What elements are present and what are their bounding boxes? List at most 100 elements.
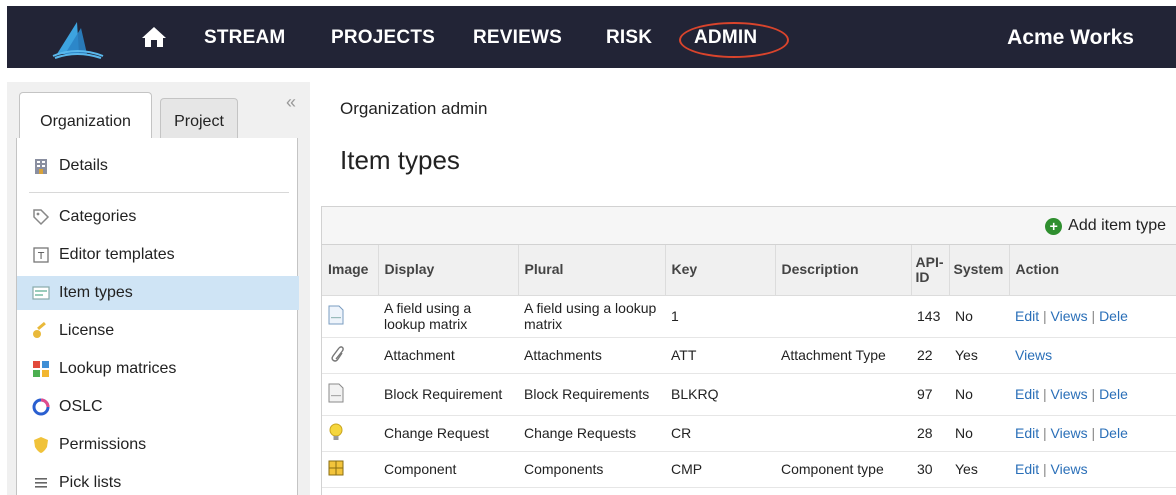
delete-link[interactable]: Dele: [1099, 386, 1128, 402]
description-cell: Component type: [775, 451, 911, 488]
column-header-display[interactable]: Display: [378, 245, 519, 296]
sidebar-item-label: Item types: [59, 284, 133, 301]
table-row[interactable]: Attachment Attachments ATT Attachment Ty…: [322, 337, 1176, 374]
row-image-cell: [322, 415, 378, 452]
sidebar-item-pick-lists[interactable]: Pick lists: [17, 466, 299, 495]
svg-text:T: T: [37, 251, 45, 262]
list-icon: [31, 473, 51, 493]
document-icon: [328, 305, 344, 324]
sidebar-item-editor-templates[interactable]: T Editor templates: [17, 238, 299, 272]
row-image-cell: [322, 295, 378, 338]
delete-link[interactable]: Dele: [1099, 425, 1128, 441]
column-header-description[interactable]: Description: [775, 245, 912, 296]
action-cell: Edit | Views | Dele: [1009, 373, 1176, 416]
paperclip-icon: [331, 345, 344, 362]
sidebar-item-label: Editor templates: [59, 246, 175, 263]
page-title: Item types: [340, 145, 460, 175]
nav-projects[interactable]: PROJECTS: [331, 28, 435, 48]
column-header-plural[interactable]: Plural: [518, 245, 666, 296]
nav-reviews[interactable]: REVIEWS: [473, 28, 562, 48]
column-header-key[interactable]: Key: [665, 245, 776, 296]
views-link[interactable]: Views: [1051, 461, 1088, 477]
sidebar-item-license[interactable]: License: [17, 314, 299, 348]
item-types-table: Image Display Plural Key Description API…: [322, 245, 1176, 488]
description-cell: Attachment Type: [775, 337, 911, 374]
delete-link[interactable]: Dele: [1099, 308, 1128, 324]
sidebar-item-oslc[interactable]: OSLC: [17, 390, 299, 424]
sidebar-item-label: Pick lists: [59, 474, 122, 491]
views-link[interactable]: Views: [1051, 308, 1088, 324]
views-link[interactable]: Views: [1015, 347, 1052, 363]
system-cell: Yes: [949, 451, 1009, 488]
column-header-action[interactable]: Action: [1009, 245, 1176, 296]
key-cell: ATT: [665, 337, 775, 374]
plural-cell: Block Requirements: [518, 373, 665, 416]
table-row[interactable]: Block Requirement Block Requirements BLK…: [322, 373, 1176, 416]
api-id-cell: 28: [911, 415, 949, 452]
description-cell: [775, 295, 911, 338]
table-header-row: Image Display Plural Key Description API…: [322, 245, 1176, 296]
plural-cell: Attachments: [518, 337, 665, 374]
edit-link[interactable]: Edit: [1015, 386, 1039, 402]
add-item-type-button[interactable]: + Add item type: [1045, 217, 1166, 235]
tab-project[interactable]: Project: [160, 98, 238, 138]
key-cell: BLKRQ: [665, 373, 775, 416]
oslc-icon: [31, 397, 51, 417]
display-cell: Component: [378, 451, 518, 488]
template-icon: T: [31, 245, 51, 265]
edit-link[interactable]: Edit: [1015, 308, 1039, 324]
logo-icon[interactable]: [47, 16, 107, 60]
column-header-image[interactable]: Image: [322, 245, 379, 296]
description-cell: [775, 415, 911, 452]
display-cell: Block Requirement: [378, 373, 518, 416]
home-icon[interactable]: [141, 25, 167, 49]
sidebar-item-label: License: [59, 322, 115, 339]
sidebar-item-label: Details: [59, 157, 108, 174]
lightbulb-icon: [329, 423, 343, 440]
system-cell: No: [949, 295, 1009, 338]
column-header-api-id[interactable]: API-ID: [911, 245, 950, 296]
plural-cell: A field using a lookup matrix: [518, 295, 665, 338]
item-types-table-panel: + Add item type Image Display Plural Key…: [321, 206, 1176, 495]
views-link[interactable]: Views: [1051, 386, 1088, 402]
key-cell: CR: [665, 415, 775, 452]
nav-stream[interactable]: STREAM: [204, 28, 285, 48]
breadcrumb: Organization admin: [340, 99, 488, 118]
action-cell: Views: [1009, 337, 1176, 374]
sidebar: Organization Project « Details Categorie…: [7, 82, 310, 495]
views-link[interactable]: Views: [1051, 425, 1088, 441]
plural-cell: Components: [518, 451, 665, 488]
api-id-cell: 30: [911, 451, 949, 488]
system-cell: No: [949, 415, 1009, 452]
table-row[interactable]: Change Request Change Requests CR 28 No …: [322, 415, 1176, 452]
collapse-sidebar-icon[interactable]: «: [286, 92, 296, 113]
sidebar-item-permissions[interactable]: Permissions: [17, 428, 299, 462]
edit-link[interactable]: Edit: [1015, 461, 1039, 477]
key-cell: 1: [665, 295, 775, 338]
display-cell: Attachment: [378, 337, 518, 374]
sidebar-item-label: Lookup matrices: [59, 360, 177, 377]
nav-risk[interactable]: RISK: [606, 28, 652, 48]
component-icon: [328, 460, 344, 475]
sidebar-item-details[interactable]: Details: [17, 149, 299, 183]
api-id-cell: 97: [911, 373, 949, 416]
sidebar-item-categories[interactable]: Categories: [17, 200, 299, 234]
row-image-cell: [322, 373, 378, 416]
shield-icon: [31, 435, 51, 455]
sidebar-item-label: OSLC: [59, 398, 103, 415]
action-cell: Edit | Views: [1009, 451, 1176, 488]
add-item-type-label: Add item type: [1068, 217, 1166, 234]
sidebar-item-label: Permissions: [59, 436, 147, 453]
sidebar-item-lookup-matrices[interactable]: Lookup matrices: [17, 352, 299, 386]
org-name[interactable]: Acme Works: [1007, 27, 1134, 49]
table-row[interactable]: Component Components CMP Component type …: [322, 451, 1176, 488]
column-header-system[interactable]: System: [949, 245, 1010, 296]
edit-link[interactable]: Edit: [1015, 425, 1039, 441]
tab-organization[interactable]: Organization: [19, 92, 152, 139]
sidebar-item-item-types[interactable]: Item types: [17, 276, 299, 310]
table-row[interactable]: A field using a lookup matrix A field us…: [322, 295, 1176, 338]
plural-cell: Change Requests: [518, 415, 665, 452]
sidebar-menu: Details Categories T Editor templates It…: [16, 138, 299, 495]
row-image-cell: [322, 451, 378, 488]
admin-highlight-ring: [679, 22, 789, 58]
